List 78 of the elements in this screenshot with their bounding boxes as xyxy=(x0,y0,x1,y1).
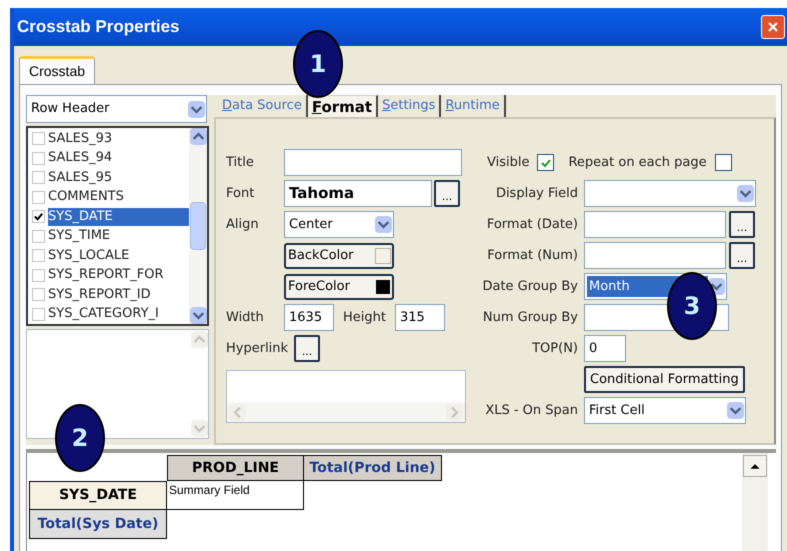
input-field[interactable]: 1635 xyxy=(284,304,334,331)
scroll-up-icon[interactable] xyxy=(743,455,767,477)
tab[interactable]: Crosstab xyxy=(19,56,96,84)
field-label: Width xyxy=(226,308,265,327)
list-item[interactable]: SALES_95 xyxy=(48,168,114,187)
scrollbar[interactable] xyxy=(742,453,768,551)
list-item[interactable]: SALES_94 xyxy=(48,149,114,168)
field-label: Hyperlink xyxy=(226,340,288,358)
field-label: Title xyxy=(226,154,255,172)
checkbox[interactable] xyxy=(32,288,45,302)
chevron-down-icon[interactable] xyxy=(737,185,754,202)
checkbox[interactable] xyxy=(32,171,45,184)
check-icon xyxy=(540,156,552,168)
scrollbar[interactable] xyxy=(189,128,207,324)
chevron-down-icon[interactable] xyxy=(188,100,205,118)
browse-button[interactable]: ... xyxy=(729,242,755,269)
checkbox[interactable] xyxy=(32,210,45,224)
browse-button[interactable]: ... xyxy=(434,180,460,207)
back-color-button[interactable]: BackColor xyxy=(284,242,394,268)
conditional-formatting-button[interactable]: Conditional Formatting xyxy=(584,366,745,393)
list-item[interactable]: COMMENTS xyxy=(48,188,126,206)
dropdown[interactable]: Center xyxy=(284,211,394,238)
browse-button[interactable]: ... xyxy=(294,335,320,362)
input-field[interactable] xyxy=(584,242,726,269)
field-label: Repeat on each page xyxy=(567,154,707,172)
row-total-cell[interactable]: Total(Sys Date) xyxy=(29,510,167,539)
column-header-cell[interactable]: PROD_LINE xyxy=(167,455,304,481)
chevron-left-icon[interactable] xyxy=(229,404,246,420)
fore-color-button[interactable]: ForeColor xyxy=(284,274,394,300)
row-header-cell[interactable]: SYS_DATE xyxy=(29,481,167,510)
input-field[interactable] xyxy=(284,149,462,176)
checkbox[interactable] xyxy=(32,190,45,204)
window-title: Crosstab Properties xyxy=(17,16,180,38)
field-label: Format (Date) xyxy=(486,216,579,234)
summary-cell[interactable]: Summary Field xyxy=(167,481,304,510)
dropdown[interactable]: Row Header xyxy=(26,95,207,123)
input-field[interactable]: 0 xyxy=(584,335,626,362)
scroll-thumb[interactable] xyxy=(190,202,206,250)
tab[interactable]: Format xyxy=(308,95,378,117)
chevron-down-icon[interactable] xyxy=(727,402,744,419)
list-item[interactable]: SYS_DATE xyxy=(48,208,189,226)
browse-button[interactable]: ... xyxy=(729,211,755,238)
field-label: TOP(N) xyxy=(531,340,579,358)
list-item[interactable]: SYS_CATEGORY_I xyxy=(48,305,161,324)
close-icon xyxy=(767,21,779,33)
list-item[interactable]: SYS_TIME xyxy=(48,227,112,246)
field-label: Display Field xyxy=(494,184,579,203)
list-item[interactable]: SALES_93 xyxy=(48,130,114,148)
field-label: Visible xyxy=(487,154,530,172)
close-button[interactable] xyxy=(761,15,785,39)
checkbox[interactable] xyxy=(32,230,45,243)
input-field[interactable] xyxy=(584,211,726,238)
chevron-right-icon[interactable] xyxy=(446,404,463,420)
dropdown[interactable] xyxy=(584,180,756,207)
chevron-up-icon[interactable] xyxy=(190,128,206,145)
input-field[interactable]: Tahoma xyxy=(284,180,432,207)
checkbox[interactable] xyxy=(714,154,732,171)
list-item[interactable]: SYS_REPORT_ID xyxy=(48,286,153,304)
field-label: Font xyxy=(226,184,256,203)
list-item[interactable]: SYS_LOCALE xyxy=(48,246,132,265)
checkbox[interactable] xyxy=(32,308,45,321)
checkbox[interactable] xyxy=(32,132,45,146)
field-label: Num Group By xyxy=(482,308,579,327)
dropdown[interactable]: First Cell xyxy=(584,397,746,424)
field-label: Align xyxy=(226,216,260,234)
list-item[interactable]: SYS_REPORT_FOR xyxy=(48,266,166,284)
checkbox[interactable] xyxy=(537,154,554,171)
chevron-down-icon[interactable] xyxy=(375,216,392,233)
checkbox[interactable] xyxy=(32,152,45,165)
field-label: Date Group By xyxy=(481,278,579,296)
column-total-cell[interactable]: Total(Prod Line) xyxy=(304,455,442,481)
field-label: Height xyxy=(342,308,387,327)
input-field[interactable]: 315 xyxy=(394,304,445,331)
check-icon xyxy=(33,211,44,222)
field-label: Format (Num) xyxy=(486,246,579,265)
checkbox[interactable] xyxy=(32,268,45,282)
field-label: XLS - On Span xyxy=(484,402,579,420)
checkbox[interactable] xyxy=(32,249,45,262)
